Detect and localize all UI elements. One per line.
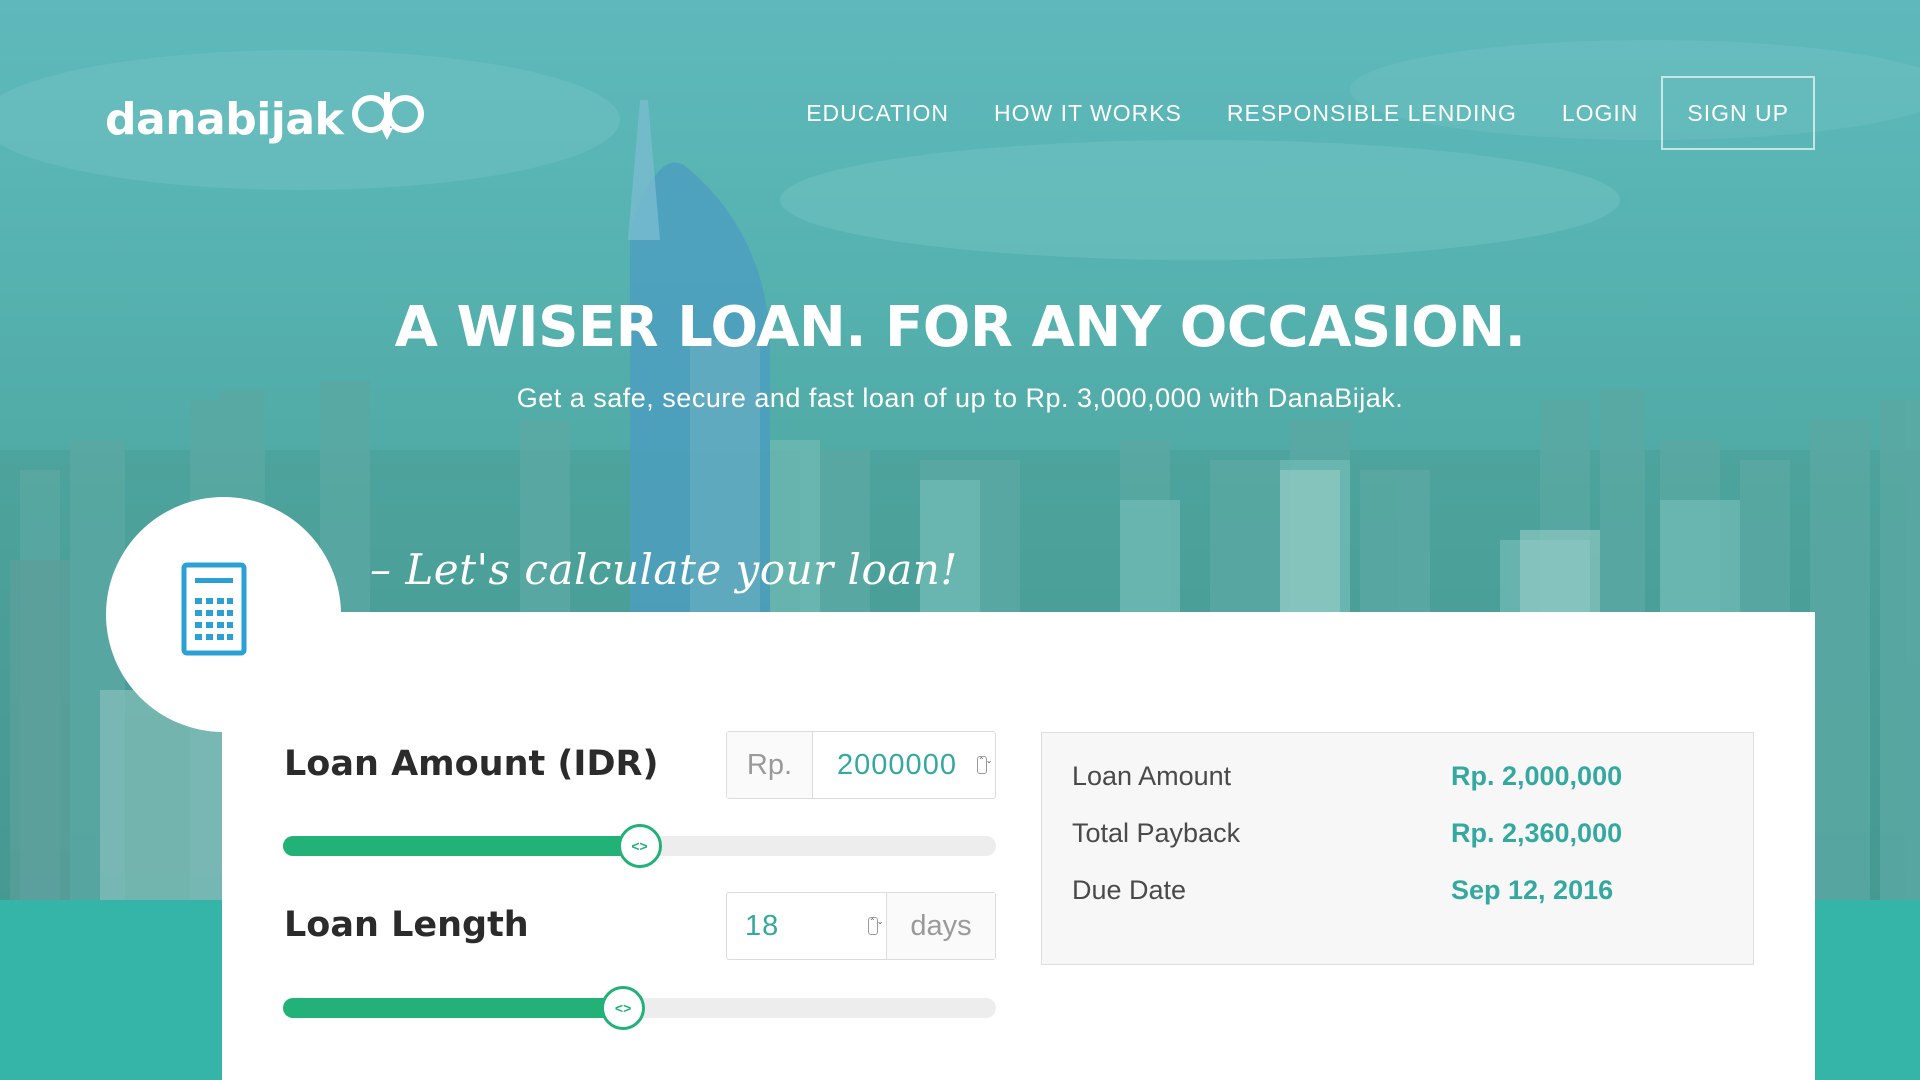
loan-length-input-group: 18 ⌃⌄ days [726,892,996,960]
summary-label: Total Payback [1072,818,1241,848]
nav-education[interactable]: EDUCATION [806,76,949,150]
summary-row-loan-amount: Loan Amount Rp. 2,000,000 [1072,761,1723,801]
loan-length-slider-fill [283,998,624,1018]
loan-length-slider[interactable]: <> [283,986,996,1030]
nav-how-it-works[interactable]: HOW IT WORKS [994,76,1182,150]
hero-headline: A WISER LOAN. FOR ANY OCCASION. [394,295,1526,360]
loan-length-value: 18 [745,909,780,942]
summary-row-due-date: Due Date Sep 12, 2016 [1072,875,1723,915]
loan-length-slider-handle[interactable]: <> [601,986,646,1030]
summary-value: Rp. 2,000,000 [1451,761,1623,791]
calculator-icon-circle [106,497,341,732]
loan-summary-box: Loan Amount Rp. 2,000,000 Total Payback … [1041,732,1754,965]
loan-length-spinner-icon[interactable]: ⌃⌄ [868,917,883,935]
hero-subhead: Get a safe, secure and fast loan of up t… [516,383,1404,413]
summary-row-total-payback: Total Payback Rp. 2,360,000 [1072,818,1723,858]
calculator-icon [181,562,246,655]
loan-amount-label: Loan Amount (IDR) [284,744,659,784]
loan-amount-slider-handle[interactable]: <> [617,824,662,868]
logo-text: danabijak [105,93,344,145]
summary-label: Loan Amount [1072,761,1232,791]
loan-amount-prefix: Rp. [727,732,813,798]
loan-length-label: Loan Length [284,905,529,945]
loan-amount-slider-fill [283,836,640,856]
loan-amount-spinner-icon[interactable]: ⌃⌄ [977,756,992,774]
logo[interactable]: danabijak [105,88,429,150]
summary-label: Due Date [1072,875,1187,905]
loan-amount-input-group: Rp. 2000000 ⌃⌄ [726,731,996,799]
loan-length-suffix: days [887,893,995,959]
loan-amount-slider[interactable]: <> [283,824,996,868]
logo-mark-icon [352,92,425,140]
calculator-title: – Let's calculate your loan! [370,545,958,594]
nav-login[interactable]: LOGIN [1562,76,1639,150]
loan-length-input[interactable]: 18 ⌃⌄ [727,893,887,959]
signup-button[interactable]: SIGN UP [1661,76,1815,150]
nav-responsible-lending[interactable]: RESPONSIBLE LENDING [1227,76,1517,150]
summary-value: Sep 12, 2016 [1451,875,1614,905]
loan-amount-input[interactable]: 2000000 ⌃⌄ [813,732,995,798]
summary-value: Rp. 2,360,000 [1451,818,1623,848]
main-nav: EDUCATION HOW IT WORKS RESPONSIBLE LENDI… [761,76,1815,150]
loan-amount-value: 2000000 [837,748,957,781]
